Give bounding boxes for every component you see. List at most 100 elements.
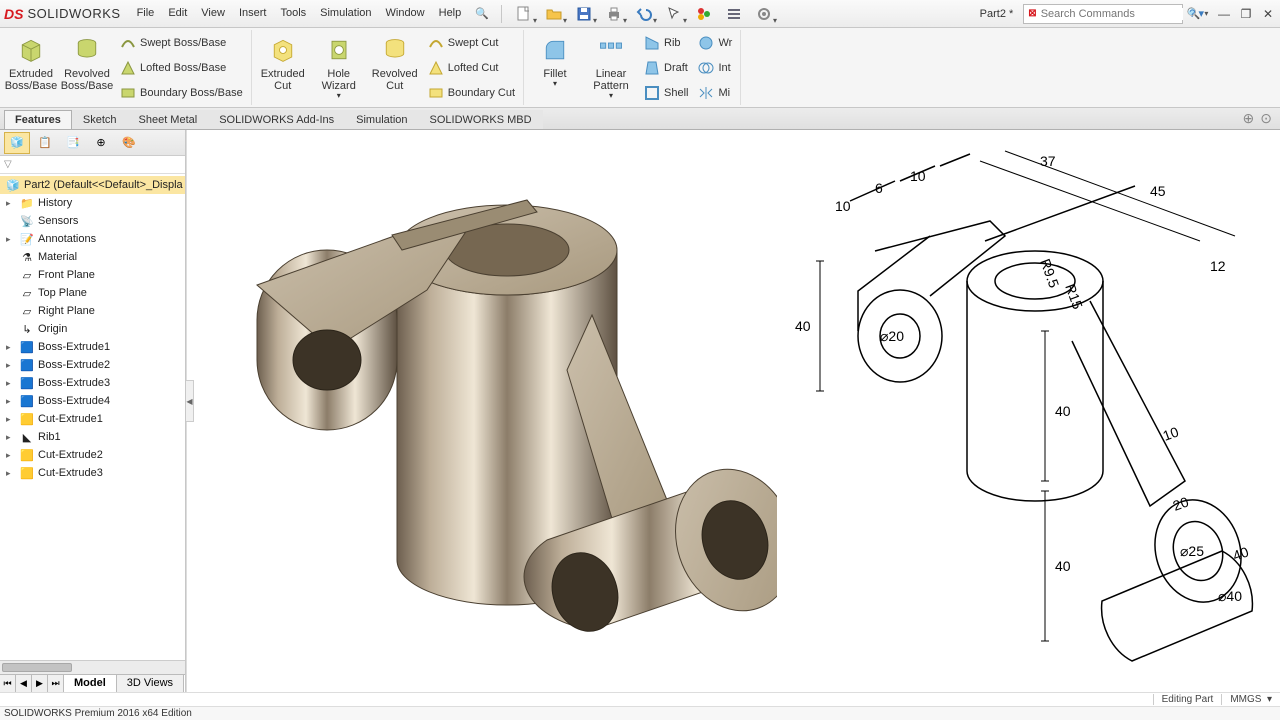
menu-insert[interactable]: Insert (233, 4, 273, 23)
tree-node-rib1[interactable]: ▸ ◣ Rib1 (0, 428, 185, 446)
separator (501, 5, 502, 23)
extruded-boss-button[interactable]: ExtrudedBoss/Base (4, 30, 58, 105)
label: Revolved (64, 68, 110, 80)
graphics-viewport[interactable]: ◀ (186, 130, 1280, 692)
tree-node-origin[interactable]: ↳ Origin (0, 320, 185, 338)
panel-tab-featuremanager[interactable]: 🧊 (4, 132, 30, 154)
caret-icon: ▸ (6, 414, 16, 425)
menu-tools[interactable]: Tools (274, 4, 312, 23)
view-zoom-icons: ⊕ ⊙ (1243, 110, 1272, 127)
settings-button[interactable]: ▾ (752, 3, 776, 25)
status-units[interactable]: MMGS ▾ (1221, 694, 1280, 705)
tree-node-front-plane[interactable]: ▱ Front Plane (0, 266, 185, 284)
menu-edit[interactable]: Edit (162, 4, 193, 23)
undo-button[interactable]: ▾ (632, 3, 656, 25)
tree-node-boss-extrude1[interactable]: ▸ 🟦 Boss-Extrude1 (0, 338, 185, 356)
panel-tab-propertymanager[interactable]: 📋 (32, 132, 58, 154)
print-button[interactable]: ▾ (602, 3, 626, 25)
svg-text:40: 40 (1231, 543, 1251, 563)
caret-icon: ▸ (6, 432, 16, 443)
panel-tab-dimxpert[interactable]: ⊕ (88, 132, 114, 154)
new-button[interactable]: ▾ (512, 3, 536, 25)
search-dropdown-icon[interactable]: ▾ (1204, 9, 1208, 18)
tab-last[interactable]: ⏭ (48, 675, 64, 692)
tab-simulation[interactable]: Simulation (345, 110, 418, 129)
menu-simulation[interactable]: Simulation (314, 4, 377, 23)
svg-text:R9.5: R9.5 (1037, 257, 1062, 290)
shell-button[interactable]: Shell (640, 81, 692, 105)
help-button[interactable]: ? ▾ (1189, 7, 1204, 20)
menu-window[interactable]: Window (380, 4, 431, 23)
menu-help[interactable]: Help (433, 4, 468, 23)
tree-node-right-plane[interactable]: ▱ Right Plane (0, 302, 185, 320)
tab-3dviews[interactable]: 3D Views (117, 675, 184, 692)
zoom-fit-icon[interactable]: ⊕ (1243, 110, 1255, 127)
revolved-boss-button[interactable]: RevolvedBoss/Base (60, 30, 114, 105)
lofted-boss-button[interactable]: Lofted Boss/Base (116, 56, 247, 80)
label: Boss/Base (5, 80, 58, 92)
tree-node-boss-extrude3[interactable]: ▸ 🟦 Boss-Extrude3 (0, 374, 185, 392)
tree-node-boss-extrude2[interactable]: ▸ 🟦 Boss-Extrude2 (0, 356, 185, 374)
menu-view[interactable]: View (195, 4, 231, 23)
fillet-button[interactable]: Fillet▾ (528, 30, 582, 105)
swept-cut-button[interactable]: Swept Cut (424, 31, 519, 55)
feat-icon: 🟦 (20, 358, 34, 372)
options-button[interactable] (722, 3, 746, 25)
save-button[interactable]: ▾ (572, 3, 596, 25)
draft-button[interactable]: Draft (640, 56, 692, 80)
tree-node-cut-extrude2[interactable]: ▸ 🟨 Cut-Extrude2 (0, 446, 185, 464)
tree-node-top-plane[interactable]: ▱ Top Plane (0, 284, 185, 302)
hole-wizard-button[interactable]: HoleWizard▾ (312, 30, 366, 105)
boundary-boss-button[interactable]: Boundary Boss/Base (116, 81, 247, 105)
tab-first[interactable]: ⏮ (0, 675, 16, 692)
search-commands[interactable]: ⊠ 🔍 ▾ (1023, 4, 1183, 24)
wrap-button[interactable]: Wr (694, 31, 736, 55)
tree-node-annotations[interactable]: ▸ 📝 Annotations (0, 230, 185, 248)
restore-button[interactable]: ❐ (1238, 6, 1254, 22)
rib-icon: ◣ (20, 430, 34, 444)
scroll-thumb[interactable] (2, 663, 72, 672)
tree-root[interactable]: 🧊 Part2 (Default<<Default>_Displa (0, 176, 185, 194)
tree-node-history[interactable]: ▸ 📁 History (0, 194, 185, 212)
panel-tab-display[interactable]: 🎨 (116, 132, 142, 154)
select-button[interactable]: ▾ (662, 3, 686, 25)
tree-hscrollbar[interactable] (0, 660, 185, 674)
linear-pattern-button[interactable]: LinearPattern▾ (584, 30, 638, 105)
tab-features[interactable]: Features (4, 110, 72, 129)
menu-file[interactable]: File (131, 4, 161, 23)
model-render (197, 140, 777, 680)
cut-icon: 🟨 (20, 412, 34, 426)
rebuild-button[interactable] (692, 3, 716, 25)
tab-prev[interactable]: ◀ (16, 675, 32, 692)
feature-tree[interactable]: 🧊 Part2 (Default<<Default>_Displa ▸ 📁 Hi… (0, 174, 185, 660)
tree-filter-row[interactable]: ▽ (0, 156, 185, 174)
open-button[interactable]: ▾ (542, 3, 566, 25)
tree-node-material-not-specified-[interactable]: ⚗ Material (0, 248, 185, 266)
lofted-cut-button[interactable]: Lofted Cut (424, 56, 519, 80)
tree-node-boss-extrude4[interactable]: ▸ 🟦 Boss-Extrude4 (0, 392, 185, 410)
intersect-button[interactable]: Int (694, 56, 736, 80)
tab-next[interactable]: ▶ (32, 675, 48, 692)
search-input[interactable] (1041, 8, 1183, 20)
tree-node-cut-extrude1[interactable]: ▸ 🟨 Cut-Extrude1 (0, 410, 185, 428)
tab-sketch[interactable]: Sketch (72, 110, 128, 129)
panel-collapse-handle[interactable]: ◀ (186, 380, 194, 422)
panel-tab-configmanager[interactable]: 📑 (60, 132, 86, 154)
zoom-area-icon[interactable]: ⊙ (1260, 110, 1272, 127)
rib-button[interactable]: Rib (640, 31, 692, 55)
close-button[interactable]: ✕ (1260, 6, 1276, 22)
feat-icon: 🟦 (20, 376, 34, 390)
menu-search-icon[interactable]: 🔍 (469, 4, 495, 23)
tree-node-sensors[interactable]: 📡 Sensors (0, 212, 185, 230)
tab-addins[interactable]: SOLIDWORKS Add-Ins (208, 110, 345, 129)
minimize-button[interactable]: — (1216, 6, 1232, 22)
tab-mbd[interactable]: SOLIDWORKS MBD (419, 110, 543, 129)
boundary-cut-button[interactable]: Boundary Cut (424, 81, 519, 105)
extruded-cut-button[interactable]: ExtrudedCut (256, 30, 310, 105)
tab-sheetmetal[interactable]: Sheet Metal (128, 110, 209, 129)
revolved-cut-button[interactable]: RevolvedCut (368, 30, 422, 105)
tab-model[interactable]: Model (64, 675, 117, 692)
tree-node-cut-extrude3[interactable]: ▸ 🟨 Cut-Extrude3 (0, 464, 185, 482)
swept-boss-button[interactable]: Swept Boss/Base (116, 31, 247, 55)
mirror-button[interactable]: Mi (694, 81, 736, 105)
